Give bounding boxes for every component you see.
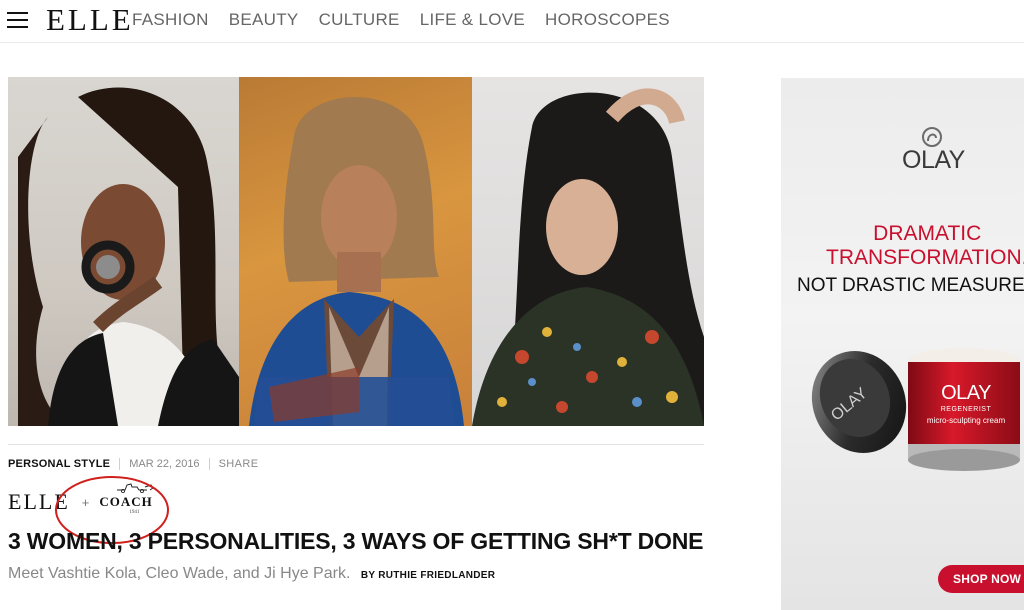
sponsor-lockup: ELLE + COACH 1941: [8, 483, 155, 515]
meta-separator: [119, 458, 121, 470]
coach-logo[interactable]: COACH 1941: [99, 483, 155, 515]
elle-logo[interactable]: ELLE: [46, 2, 134, 38]
shop-now-button[interactable]: SHOP NOW: [938, 565, 1024, 593]
olay-logo: OLAY: [902, 146, 965, 174]
ad-headline: DRAMATIC TRANSFORMATION.: [826, 222, 1024, 270]
nav-link-horoscopes[interactable]: HOROSCOPES: [545, 10, 670, 30]
dek-text: Meet Vashtie Kola, Cleo Wade, and Ji Hye…: [8, 565, 351, 582]
nav-link-culture[interactable]: CULTURE: [319, 10, 400, 30]
ad-headline-line-2: TRANSFORMATION.: [826, 246, 1024, 269]
hero-photo-panel-2: [239, 77, 472, 426]
hero-divider: [8, 444, 704, 445]
nav-link-fashion[interactable]: FASHION: [132, 10, 209, 30]
olay-emblem-icon: [922, 127, 942, 147]
article-meta: PERSONAL STYLE MAR 22, 2016 SHARE: [8, 458, 258, 470]
category-link[interactable]: PERSONAL STYLE: [8, 458, 110, 470]
jar-brand: OLAY: [941, 382, 991, 404]
meta-separator: [208, 458, 210, 470]
coach-wordmark: COACH: [99, 494, 153, 509]
nav-link-beauty[interactable]: BEAUTY: [229, 10, 299, 30]
jar-label: OLAY REGENERIST micro-sculpting cream: [911, 382, 1021, 425]
hero-photo-panel-1: [8, 77, 239, 426]
author-byline[interactable]: BY RUTHIE FRIEDLANDER: [361, 570, 495, 581]
share-link[interactable]: SHARE: [219, 458, 259, 470]
hero-photo-panel-3: [472, 77, 704, 426]
ad-headline-line-1: DRAMATIC: [873, 222, 982, 245]
article-headline[interactable]: 3 WOMEN, 3 PERSONALITIES, 3 WAYS OF GETT…: [8, 527, 703, 555]
main-nav-links: FASHION BEAUTY CULTURE LIFE & LOVE HOROS…: [132, 10, 690, 30]
top-navigation: ELLE FASHION BEAUTY CULTURE LIFE & LOVE …: [0, 0, 1024, 43]
coach-year: 1941: [129, 510, 140, 515]
hero-image[interactable]: [8, 77, 704, 426]
hamburger-menu-icon[interactable]: [7, 9, 29, 29]
sponsor-elle-logo: ELLE: [8, 489, 70, 514]
ad-subheadline: NOT DRASTIC MEASURES: [797, 275, 1024, 296]
olay-advertisement[interactable]: OLAY DRAMATIC TRANSFORMATION. NOT DRASTI…: [781, 78, 1024, 610]
sponsor-plus: +: [81, 494, 90, 510]
horse-carriage-icon: [117, 483, 155, 493]
publish-date: MAR 22, 2016: [129, 458, 200, 470]
article-dek: Meet Vashtie Kola, Cleo Wade, and Ji Hye…: [8, 565, 495, 583]
jar-product: micro-sculpting cream: [926, 416, 1006, 425]
nav-link-life-and-love[interactable]: LIFE & LOVE: [420, 10, 525, 30]
jar-line: REGENERIST: [940, 406, 992, 413]
